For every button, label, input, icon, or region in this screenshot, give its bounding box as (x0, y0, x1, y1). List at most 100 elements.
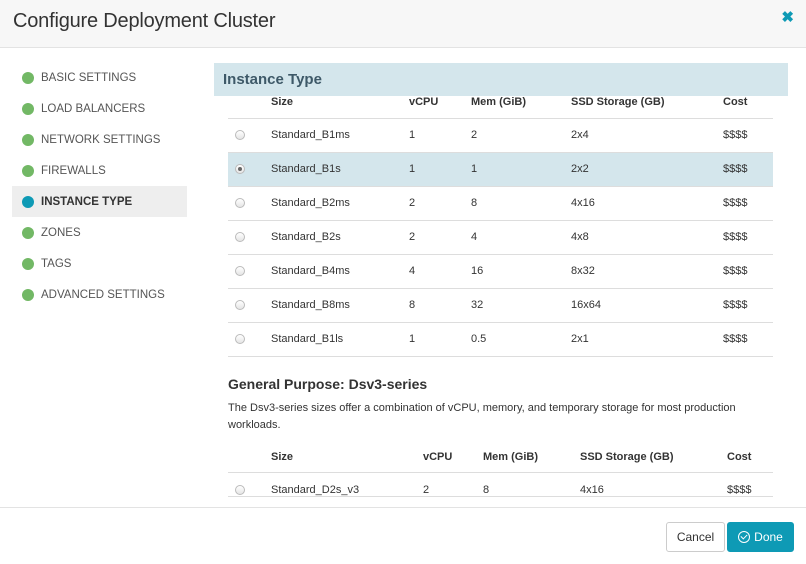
sidebar-item-label: TAGS (41, 257, 72, 270)
cell-size: Standard_B1s (271, 152, 409, 187)
header-mem: Mem (GiB) (483, 450, 580, 473)
radio-cell (228, 254, 271, 289)
table-row[interactable]: Standard_B2ms 2 8 4x16 $$$$ (228, 186, 773, 221)
row-radio[interactable] (235, 266, 245, 277)
table-row[interactable]: Standard_B1s 1 1 2x2 $$$$ (228, 152, 773, 187)
sidebar-item-load-balancers[interactable]: LOAD BALANCERS (12, 93, 187, 124)
sidebar-item-advanced-settings[interactable]: ADVANCED SETTINGS (12, 279, 187, 310)
cell-vcpu: 2 (409, 186, 471, 221)
table-row[interactable]: Standard_B8ms 8 32 16x64 $$$$ (228, 288, 773, 323)
table-header-row: Size vCPU Mem (GiB) SSD Storage (GB) Cos… (228, 450, 773, 473)
cell-cost: $$$$ (727, 472, 773, 497)
main-content[interactable]: Instance Type Size vCPU Mem (GiB) SSD St… (214, 63, 788, 507)
status-dot-icon (22, 164, 34, 177)
cell-mem: 1 (471, 152, 571, 187)
row-radio[interactable] (235, 164, 245, 175)
cell-cost: $$$$ (723, 220, 773, 255)
cell-mem: 0.5 (471, 322, 571, 357)
sidebar-item-basic-settings[interactable]: BASIC SETTINGS (12, 62, 187, 93)
cell-vcpu: 8 (409, 288, 471, 323)
dialog-footer: Cancel Done (0, 507, 806, 564)
header-cost: Cost (723, 96, 773, 119)
row-radio[interactable] (235, 130, 245, 141)
status-dot-icon (22, 133, 34, 146)
cell-mem: 16 (471, 254, 571, 289)
cell-cost: $$$$ (723, 254, 773, 289)
row-radio[interactable] (235, 232, 245, 243)
cell-mem: 4 (471, 220, 571, 255)
header-ssd: SSD Storage (GB) (571, 96, 723, 119)
close-icon[interactable]: ✖ (781, 8, 794, 26)
dsv3-description: The Dsv3-series sizes offer a combinatio… (228, 401, 736, 431)
radio-cell (228, 220, 271, 255)
cancel-button[interactable]: Cancel (666, 522, 725, 552)
header-vcpu: vCPU (409, 96, 471, 119)
section-title: Instance Type (214, 63, 788, 96)
table-row[interactable]: Standard_D2s_v3 2 8 4x16 $$$$ (228, 472, 773, 497)
header-size: Size (271, 96, 409, 119)
radio-cell (228, 186, 271, 221)
sidebar-item-zones[interactable]: ZONES (12, 217, 187, 248)
sidebar-item-tags[interactable]: TAGS (12, 248, 187, 279)
cell-size: Standard_B2ms (271, 186, 409, 221)
cell-ssd: 2x2 (571, 152, 723, 187)
cell-ssd: 2x1 (571, 322, 723, 357)
status-dot-icon (22, 257, 34, 270)
header-radio (228, 450, 271, 473)
cell-size: Standard_B8ms (271, 288, 409, 323)
cell-mem: 8 (471, 186, 571, 221)
status-dot-icon (22, 226, 34, 239)
radio-cell (228, 152, 271, 187)
status-dot-icon (22, 71, 34, 84)
cell-cost: $$$$ (723, 118, 773, 153)
table-row[interactable]: Standard_B2s 2 4 4x8 $$$$ (228, 220, 773, 255)
header-radio (228, 96, 271, 119)
header-vcpu: vCPU (423, 450, 483, 473)
row-radio[interactable] (235, 334, 245, 345)
header-cost: Cost (727, 450, 773, 473)
table-row[interactable]: Standard_B1ls 1 0.5 2x1 $$$$ (228, 322, 773, 357)
cell-vcpu: 2 (409, 220, 471, 255)
table-header-row: Size vCPU Mem (GiB) SSD Storage (GB) Cos… (228, 96, 773, 119)
row-radio[interactable] (235, 485, 245, 496)
check-circle-icon (738, 531, 751, 543)
dsv3-title: General Purpose: Dsv3-series (228, 375, 428, 392)
sidebar-nav: BASIC SETTINGS LOAD BALANCERS NETWORK SETT… (12, 62, 187, 310)
dialog-header: Configure Deployment Cluster ✖ (0, 0, 806, 48)
radio-cell (228, 118, 271, 153)
done-button[interactable]: Done (727, 522, 794, 552)
radio-cell (228, 472, 271, 497)
cell-cost: $$$$ (723, 322, 773, 357)
table-row[interactable]: Standard_B1ms 1 2 2x4 $$$$ (228, 118, 773, 153)
cell-ssd: 4x16 (580, 472, 727, 497)
sidebar-item-network-settings[interactable]: NETWORK SETTINGS (12, 124, 187, 155)
dialog-title: Configure Deployment Cluster (13, 10, 276, 32)
row-radio[interactable] (235, 198, 245, 209)
cell-vcpu: 2 (423, 472, 483, 497)
radio-cell (228, 322, 271, 357)
instance-table: Size vCPU Mem (GiB) SSD Storage (GB) Cos… (228, 96, 773, 357)
cell-size: Standard_B1ms (271, 118, 409, 153)
dsv3-table: Size vCPU Mem (GiB) SSD Storage (GB) Cos… (228, 450, 773, 497)
done-label: Done (754, 530, 783, 544)
cell-cost: $$$$ (723, 186, 773, 221)
radio-cell (228, 288, 271, 323)
cell-ssd: 16x64 (571, 288, 723, 323)
sidebar-item-label: BASIC SETTINGS (41, 71, 137, 84)
cell-vcpu: 1 (409, 118, 471, 153)
cell-mem: 2 (471, 118, 571, 153)
cell-vcpu: 4 (409, 254, 471, 289)
status-dot-icon (22, 288, 34, 301)
sidebar-item-firewalls[interactable]: FIREWALLS (12, 155, 187, 186)
sidebar-item-instance-type[interactable]: INSTANCE TYPE (12, 186, 187, 217)
sidebar-item-label: INSTANCE TYPE (41, 195, 133, 208)
cell-vcpu: 1 (409, 152, 471, 187)
sidebar-item-label: NETWORK SETTINGS (41, 133, 161, 146)
table-row[interactable]: Standard_B4ms 4 16 8x32 $$$$ (228, 254, 773, 289)
cell-ssd: 4x8 (571, 220, 723, 255)
cell-size: Standard_D2s_v3 (271, 472, 423, 497)
sidebar-item-label: ADVANCED SETTINGS (41, 288, 165, 301)
row-radio[interactable] (235, 300, 245, 311)
cell-mem: 32 (471, 288, 571, 323)
cell-size: Standard_B2s (271, 220, 409, 255)
